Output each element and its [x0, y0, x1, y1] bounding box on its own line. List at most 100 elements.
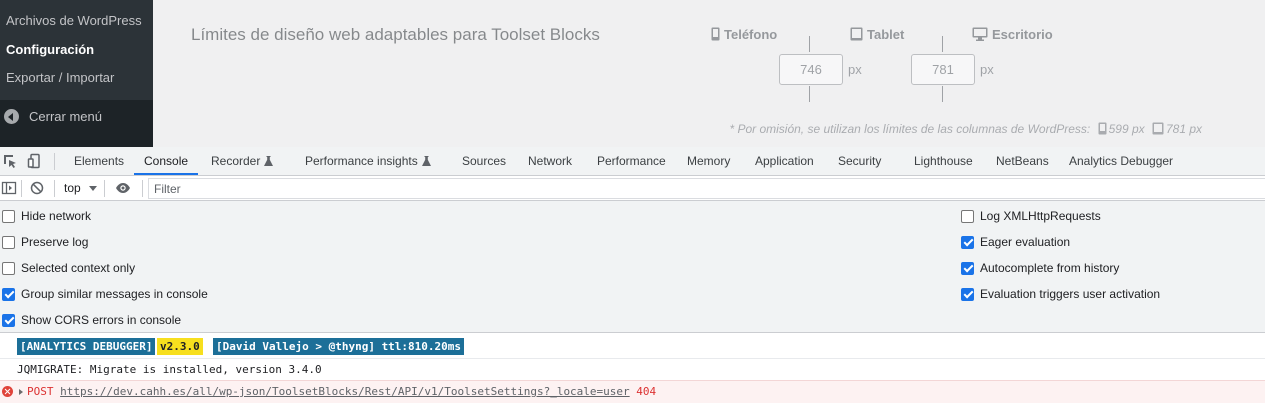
jqmigrate-text: JQMIGRATE: Migrate is installed, version…	[17, 363, 322, 376]
phone-icon	[711, 27, 720, 41]
evaluation-triggers-user-activation-checkbox[interactable]: Evaluation triggers user activation	[961, 285, 1160, 303]
checkbox-box[interactable]	[2, 313, 15, 327]
checkbox-box[interactable]	[961, 287, 974, 301]
toolbar-separator	[21, 180, 22, 197]
selected-context-only-checkbox[interactable]: Selected context only	[2, 259, 135, 277]
breakpoint-unit: px	[980, 62, 994, 77]
wp-settings-section: Límites de diseño web adaptables para To…	[176, 0, 1265, 147]
console-messages: [ANALYTICS DEBUGGER] v2.3.0 [David Valle…	[0, 333, 1265, 403]
chevron-down-icon[interactable]	[89, 186, 97, 191]
tab-netbeans[interactable]: NetBeans	[996, 147, 1049, 175]
hide-network-checkbox[interactable]: Hide network	[2, 207, 91, 225]
device-label-tablet-text: Tablet	[867, 27, 905, 42]
checkbox-label: Eager evaluation	[980, 235, 1071, 249]
checkbox-box[interactable]	[2, 235, 15, 249]
show-cors-errors-checkbox[interactable]: Show CORS errors in console	[2, 311, 181, 329]
tablet-icon	[850, 27, 863, 41]
checkbox-box[interactable]	[961, 209, 974, 223]
breakpoint-divider	[942, 86, 943, 102]
group-similar-messages-checkbox[interactable]: Group similar messages in console	[2, 285, 208, 303]
collapse-arrow-icon	[4, 109, 19, 124]
tab-network[interactable]: Network	[528, 147, 572, 175]
clear-console-icon[interactable]	[29, 180, 45, 196]
author-badge: [David Vallejo > @thyng] ttl:810.20ms	[213, 338, 465, 355]
wp-admin-sidebar: Archivos de WordPress Configuración Expo…	[0, 0, 153, 147]
collapse-menu-button[interactable]: Cerrar menú	[0, 100, 153, 147]
toolbar-separator	[142, 180, 143, 197]
checkbox-label: Log XMLHttpRequests	[980, 209, 1101, 223]
toolbar-separator	[54, 180, 55, 197]
error-icon	[2, 386, 13, 397]
checkbox-label: Hide network	[21, 209, 92, 223]
device-label-phone-text: Teléfono	[724, 27, 778, 42]
tab-application[interactable]: Application	[755, 147, 814, 175]
note-tablet-value: 781 px	[1165, 122, 1202, 136]
eager-evaluation-checkbox[interactable]: Eager evaluation	[961, 233, 1070, 251]
section-title: Límites de diseño web adaptables para To…	[191, 25, 600, 44]
devtools-panel: Elements Console Recorder Performance in…	[0, 147, 1265, 403]
expand-caret-icon[interactable]	[19, 389, 23, 395]
breakpoint-unit: px	[848, 62, 862, 77]
checkbox-box[interactable]	[2, 287, 15, 301]
note-phone-value: 599 px	[1108, 122, 1145, 136]
log-xmlhttprequests-checkbox[interactable]: Log XMLHttpRequests	[961, 207, 1101, 225]
preserve-log-checkbox[interactable]: Preserve log	[2, 233, 88, 251]
console-message-error: POST https://dev.cahh.es/all/wp-json/Too…	[0, 381, 1265, 403]
device-label-phone: Teléfono	[711, 27, 777, 42]
submenu-item-settings[interactable]: Configuración	[6, 42, 94, 57]
tab-performance[interactable]: Performance	[597, 147, 666, 175]
checkbox-label: Show CORS errors in console	[21, 313, 182, 327]
tab-performance-insights-label: Performance insights	[305, 154, 418, 168]
breakpoint-divider	[942, 36, 943, 52]
toolbar-separator	[104, 180, 105, 197]
tab-recorder[interactable]: Recorder	[211, 147, 274, 175]
experimental-flask-icon	[421, 156, 431, 166]
error-url-link[interactable]: https://dev.cahh.es/all/wp-json/ToolsetB…	[60, 385, 630, 398]
tablet-icon	[1152, 122, 1164, 135]
breakpoint-divider	[809, 36, 810, 52]
experimental-flask-icon	[264, 156, 274, 166]
live-expression-eye-icon[interactable]	[115, 180, 131, 196]
checkbox-label: Selected context only	[21, 261, 136, 275]
checkbox-label: Autocomplete from history	[980, 261, 1120, 275]
checkbox-box[interactable]	[2, 261, 15, 275]
autocomplete-from-history-checkbox[interactable]: Autocomplete from history	[961, 259, 1119, 277]
note-text: * Por omisión, se utilizan los límites d…	[729, 122, 1091, 136]
device-label-desktop: Escritorio	[972, 27, 1053, 42]
toolbar-separator	[54, 153, 55, 170]
tab-security[interactable]: Security	[838, 147, 881, 175]
console-filter-input[interactable]	[148, 178, 1265, 199]
analytics-debugger-badge: [ANALYTICS DEBUGGER]	[17, 338, 156, 355]
tab-analytics-debugger[interactable]: Analytics Debugger	[1069, 147, 1173, 175]
inspect-element-icon[interactable]	[2, 153, 18, 169]
tab-memory[interactable]: Memory	[687, 147, 730, 175]
version-badge: v2.3.0	[157, 338, 203, 355]
wp-submenu: Archivos de WordPress Configuración Expo…	[0, 0, 153, 100]
context-selector[interactable]: top	[64, 181, 81, 195]
desktop-icon	[972, 27, 988, 41]
checkbox-box[interactable]	[961, 261, 974, 275]
submenu-item-wordpress-files[interactable]: Archivos de WordPress	[6, 13, 142, 28]
tab-performance-insights[interactable]: Performance insights	[305, 147, 431, 175]
breakpoint-phone-tablet-input[interactable]: 746	[779, 54, 843, 85]
console-message-jqmigrate: JQMIGRATE: Migrate is installed, version…	[0, 359, 1265, 381]
devtools-tabbar: Elements Console Recorder Performance in…	[0, 147, 1265, 176]
checkbox-box[interactable]	[2, 209, 15, 223]
tab-console[interactable]: Console	[134, 147, 199, 175]
checkbox-label: Group similar messages in console	[21, 287, 208, 301]
console-toolbar: top	[0, 176, 1265, 201]
tab-recorder-label: Recorder	[211, 154, 261, 168]
device-toolbar-icon[interactable]	[27, 153, 43, 169]
breakpoint-tablet-desktop-input[interactable]: 781	[911, 54, 975, 85]
tab-elements[interactable]: Elements	[74, 147, 124, 175]
collapse-menu-label: Cerrar menú	[29, 109, 102, 124]
sidebar-toggle-icon[interactable]	[1, 180, 17, 196]
checkbox-label: Preserve log	[21, 235, 89, 249]
checkbox-box[interactable]	[961, 235, 974, 249]
error-method: POST	[27, 385, 54, 398]
tab-lighthouse[interactable]: Lighthouse	[914, 147, 973, 175]
submenu-item-export-import[interactable]: Exportar / Importar	[6, 70, 114, 85]
device-label-desktop-text: Escritorio	[992, 27, 1053, 42]
console-settings-panel: Hide network Preserve log Selected conte…	[0, 201, 1265, 333]
tab-sources[interactable]: Sources	[462, 147, 506, 175]
